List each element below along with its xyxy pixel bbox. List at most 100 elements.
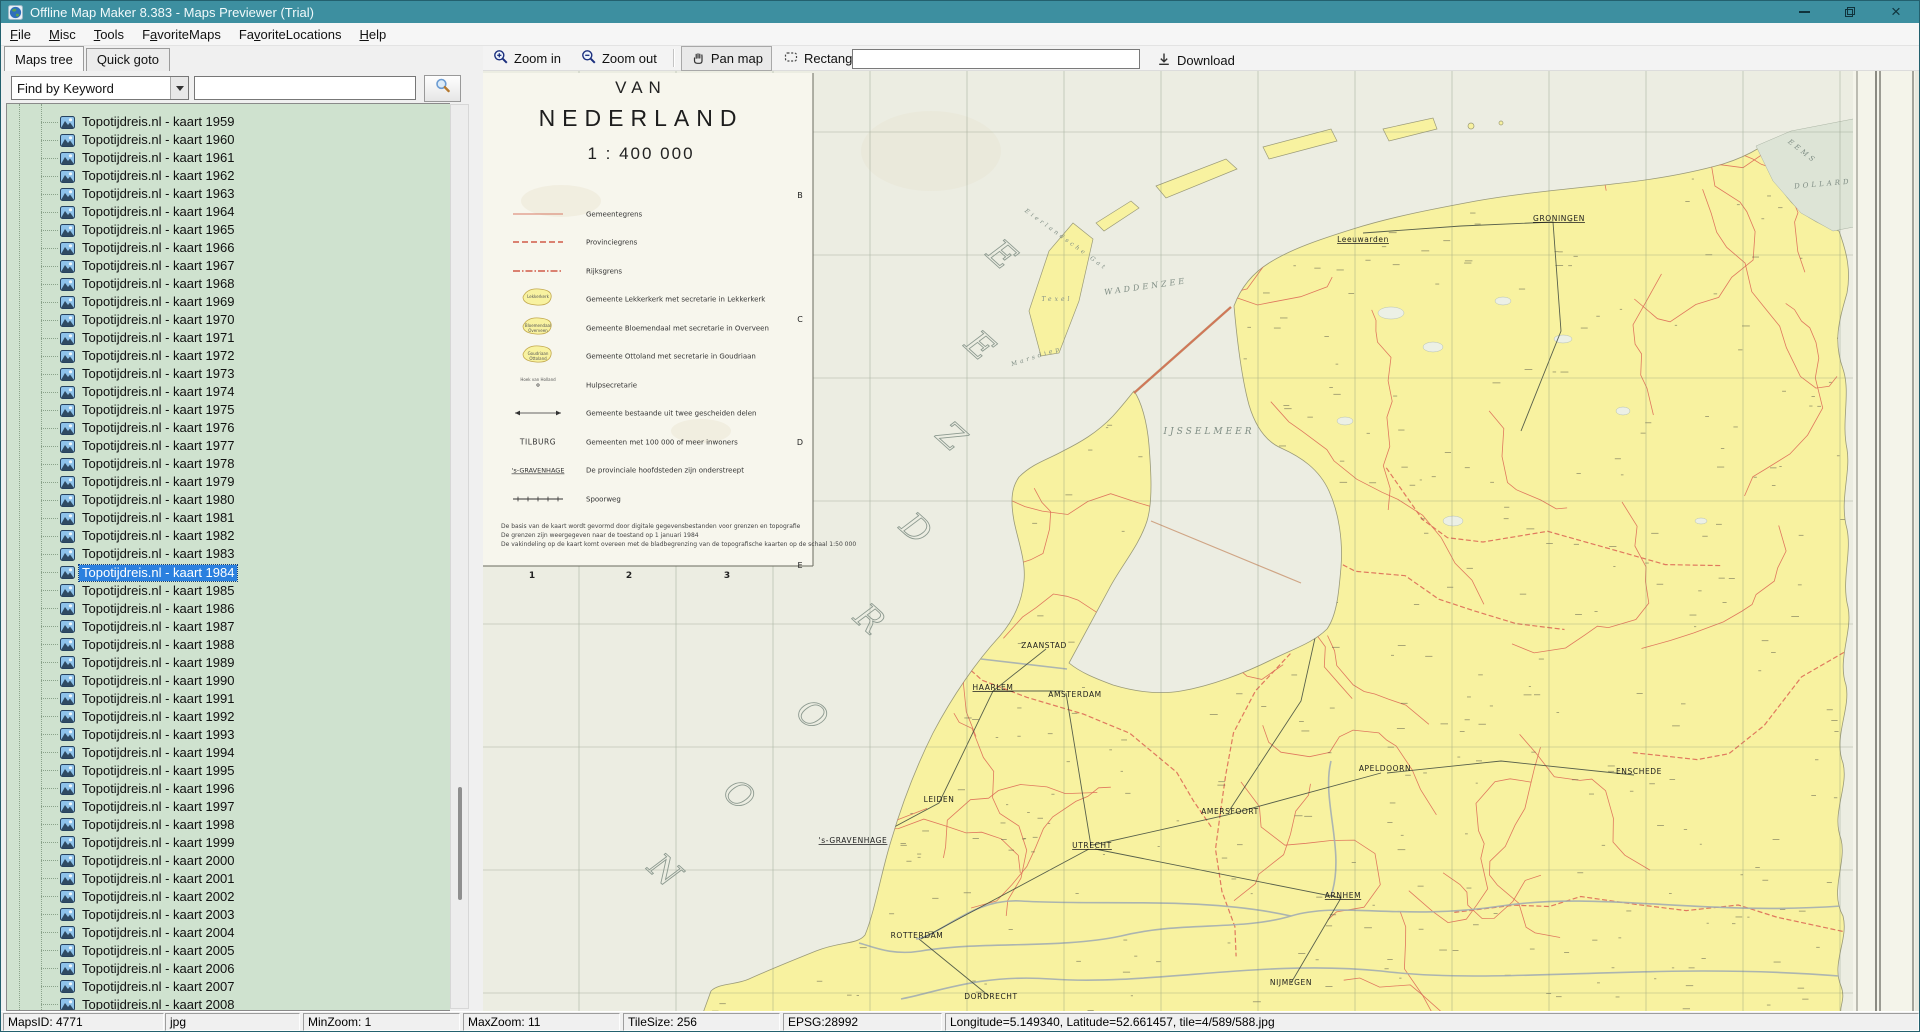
tree-item[interactable]: Topotijdreis.nl - kaart 1971 [7,329,450,347]
map-layer-icon [60,566,75,579]
tree-item[interactable]: Topotijdreis.nl - kaart 1979 [7,473,450,491]
rectangle-icon [783,49,799,68]
maps-tree-list[interactable]: Topotijdreis.nl - kaart 1959Topotijdreis… [6,103,450,1011]
restore-button[interactable] [1827,1,1873,23]
map-layer-icon [60,638,75,651]
tree-item[interactable]: Topotijdreis.nl - kaart 1977 [7,437,450,455]
tree-item[interactable]: Topotijdreis.nl - kaart 1985 [7,582,450,600]
tree-item[interactable]: Topotijdreis.nl - kaart 2004 [7,924,450,942]
tab-quick-goto[interactable]: Quick goto [86,48,170,71]
svg-text:'s-GRAVENHAGE: 's-GRAVENHAGE [512,467,565,475]
tree-connector [41,194,58,195]
tree-item[interactable]: Topotijdreis.nl - kaart 2006 [7,960,450,978]
tree-item[interactable]: Topotijdreis.nl - kaart 1999 [7,834,450,852]
tree-item-label: Topotijdreis.nl - kaart 1969 [79,294,237,310]
tree-item[interactable]: Topotijdreis.nl - kaart 1996 [7,780,450,798]
tree-connector [41,752,58,753]
tree-item[interactable]: Topotijdreis.nl - kaart 1968 [7,275,450,293]
menu-item-favoritemaps[interactable]: FavoriteMaps [133,24,230,45]
tree-item[interactable]: Topotijdreis.nl - kaart 1970 [7,311,450,329]
tree-item[interactable]: Topotijdreis.nl - kaart 1961 [7,149,450,167]
minimize-button[interactable] [1781,1,1827,23]
tree-scrollbar[interactable] [450,104,469,1009]
tree-item[interactable]: Topotijdreis.nl - kaart 1990 [7,672,450,690]
tree-item[interactable]: Topotijdreis.nl - kaart 1973 [7,365,450,383]
tree-item[interactable]: Topotijdreis.nl - kaart 1998 [7,816,450,834]
panel-splitter[interactable] [469,46,483,1011]
tree-item[interactable]: Topotijdreis.nl - kaart 2003 [7,906,450,924]
tree-item[interactable]: Topotijdreis.nl - kaart 1962 [7,167,450,185]
tree-scrollbar-thumb[interactable] [458,787,462,900]
tree-item[interactable]: Topotijdreis.nl - kaart 1964 [7,203,450,221]
tree-item[interactable]: Topotijdreis.nl - kaart 1963 [7,185,450,203]
tree-item[interactable]: Topotijdreis.nl - kaart 1969 [7,293,450,311]
tree-item[interactable]: Topotijdreis.nl - kaart 1982 [7,527,450,545]
tree-item-label: Topotijdreis.nl - kaart 1983 [79,546,237,562]
tree-connector [41,770,58,771]
map-layer-icon [60,440,75,453]
chevron-down-icon[interactable] [170,77,188,99]
tree-item[interactable]: Topotijdreis.nl - kaart 2008 [7,996,450,1011]
tree-item[interactable]: Topotijdreis.nl - kaart 1965 [7,221,450,239]
download-path-input[interactable] [852,49,1140,69]
tree-item[interactable]: Topotijdreis.nl - kaart 2002 [7,888,450,906]
tree-item[interactable]: Topotijdreis.nl - kaart 1975 [7,401,450,419]
map-layer-icon [60,980,75,993]
menu-item-file[interactable]: File [1,24,40,45]
tree-item[interactable]: Topotijdreis.nl - kaart 1960 [7,131,450,149]
tree-item[interactable]: Topotijdreis.nl - kaart 1967 [7,257,450,275]
tree-item[interactable]: Topotijdreis.nl - kaart 1972 [7,347,450,365]
tree-item-label: Topotijdreis.nl - kaart 1978 [79,456,237,472]
zoom-in-label: Zoom in [514,51,561,66]
zoom-out-icon [581,49,597,68]
tree-item[interactable]: Topotijdreis.nl - kaart 1980 [7,491,450,509]
download-button[interactable]: Download [1147,48,1244,73]
tree-item[interactable]: Topotijdreis.nl - kaart 1992 [7,708,450,726]
zoom-in-button[interactable]: Zoom in [484,46,570,71]
map-viewport[interactable]: NOORDZEE WADDENZEEIJSSELMEERDOLLARDEEMSM… [483,71,1920,1013]
map-layer-icon [60,170,75,183]
tree-connector [41,968,58,969]
find-mode-dropdown[interactable]: Find by Keyword [11,76,189,100]
tree-item[interactable]: Topotijdreis.nl - kaart 1989 [7,654,450,672]
tree-item[interactable]: Topotijdreis.nl - kaart 1994 [7,744,450,762]
tree-item[interactable]: Topotijdreis.nl - kaart 1976 [7,419,450,437]
tree-item[interactable]: Topotijdreis.nl - kaart 1987 [7,618,450,636]
tree-connector [41,176,58,177]
tree-item[interactable]: Topotijdreis.nl - kaart 1993 [7,726,450,744]
tree-item[interactable]: Topotijdreis.nl - kaart 2007 [7,978,450,996]
tree-item[interactable]: Topotijdreis.nl - kaart 2005 [7,942,450,960]
menu-item-tools[interactable]: Tools [85,24,133,45]
menu-item-misc[interactable]: Misc [40,24,85,45]
tree-item[interactable]: Topotijdreis.nl - kaart 1983 [7,545,450,563]
tree-item[interactable]: Topotijdreis.nl - kaart 1974 [7,383,450,401]
tree-item[interactable]: Topotijdreis.nl - kaart 1997 [7,798,450,816]
zoom-out-button[interactable]: Zoom out [572,46,666,71]
map-layer-icon [60,530,75,543]
tree-item[interactable]: Topotijdreis.nl - kaart 1986 [7,600,450,618]
tree-connector [41,158,58,159]
tree-item[interactable]: Topotijdreis.nl - kaart 1959 [7,113,450,131]
tree-item[interactable]: Topotijdreis.nl - kaart 1978 [7,455,450,473]
tree-connector [41,1004,58,1005]
svg-text:1 : 400 000: 1 : 400 000 [587,144,694,163]
tree-item[interactable]: Topotijdreis.nl - kaart 1995 [7,762,450,780]
search-button[interactable] [424,75,461,102]
tree-item[interactable]: Topotijdreis.nl - kaart 1984 [7,564,450,582]
tree-item[interactable]: Topotijdreis.nl - kaart 2001 [7,870,450,888]
menu-item-help[interactable]: Help [350,24,395,45]
pan-map-button[interactable]: Pan map [681,46,772,71]
tree-item[interactable]: Topotijdreis.nl - kaart 1981 [7,509,450,527]
tree-item[interactable]: Topotijdreis.nl - kaart 1991 [7,690,450,708]
tree-item[interactable]: Topotijdreis.nl - kaart 1966 [7,239,450,257]
tree-item[interactable]: Topotijdreis.nl - kaart 1988 [7,636,450,654]
svg-text:2: 2 [626,571,632,581]
download-label: Download [1177,53,1235,68]
menu-item-favoritelocations[interactable]: FavoriteLocations [230,24,351,45]
tree-item[interactable]: Topotijdreis.nl - kaart 2000 [7,852,450,870]
search-input[interactable] [194,76,416,100]
close-button[interactable]: × [1873,1,1919,23]
map-layer-icon [60,368,75,381]
tree-item-label: Topotijdreis.nl - kaart 1967 [79,258,237,274]
tab-maps-tree[interactable]: Maps tree [4,46,84,71]
